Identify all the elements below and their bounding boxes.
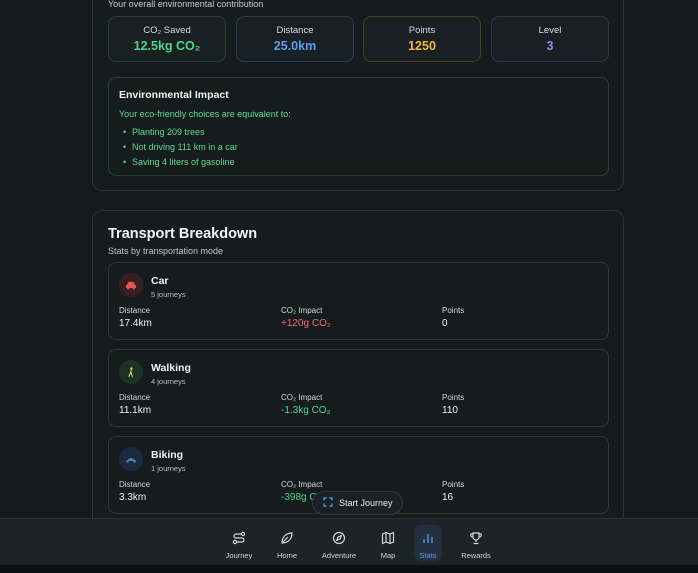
route-icon xyxy=(232,531,246,545)
nav-adventure[interactable]: Adventure xyxy=(318,525,360,561)
mode-journeys: 5 journeys xyxy=(151,290,186,299)
impact-label: CO₂ Impact xyxy=(281,480,323,489)
stat-value: 3 xyxy=(546,39,554,53)
map-icon xyxy=(381,531,395,545)
impact-item: Not driving 111 km in a car xyxy=(123,140,238,155)
distance-label: Distance xyxy=(119,393,151,402)
overview-subtitle: Your overall environmental contribution xyxy=(108,0,264,9)
mode-card-car: Car 5 journeys Distance CO₂ Impact Point… xyxy=(108,262,609,340)
stat-label: Level xyxy=(538,25,562,36)
distance-value: 3.3km xyxy=(119,492,147,503)
points-label: Points xyxy=(442,393,465,402)
stats-screen: Your overall environmental contribution … xyxy=(0,0,698,573)
nav-label: Map xyxy=(380,551,396,560)
stat-row: CO₂ Saved 12.5kg CO₂ Distance 25.0km Poi… xyxy=(108,16,609,62)
points-value: 0 xyxy=(442,318,448,329)
trophy-icon xyxy=(470,532,482,545)
bottom-navigation: Journey Home Adventure Map Stats Rewards xyxy=(0,518,698,565)
environmental-impact-box: Environmental Impact Your eco-friendly c… xyxy=(108,77,609,176)
mode-name: Walking xyxy=(151,362,191,374)
leaf-icon xyxy=(281,532,293,544)
points-value: 110 xyxy=(442,405,458,416)
stat-value: 12.5kg CO₂ xyxy=(133,39,201,53)
points-label: Points xyxy=(442,480,465,489)
stat-value: 25.0km xyxy=(273,39,317,53)
impact-label: CO₂ Impact xyxy=(281,306,323,315)
bike-icon xyxy=(119,447,143,471)
mode-name: Car xyxy=(151,275,169,287)
start-journey-button[interactable]: Start Journey xyxy=(312,491,403,515)
stat-label: Distance xyxy=(276,25,314,36)
start-journey-label: Start Journey xyxy=(339,498,393,508)
distance-label: Distance xyxy=(119,480,151,489)
impact-list: Planting 209 trees Not driving 111 km in… xyxy=(123,125,238,170)
distance-value: 11.1km xyxy=(119,405,152,416)
transport-title: Transport Breakdown xyxy=(108,226,258,242)
distance-value: 17.4km xyxy=(119,318,152,329)
nav-label: Rewards xyxy=(461,551,491,560)
stat-label: CO₂ Saved xyxy=(143,25,191,36)
transport-subtitle: Stats by transportation mode xyxy=(108,246,224,256)
impact-value: +120g CO₂ xyxy=(281,318,331,329)
points-stat: Points 1250 xyxy=(363,16,481,62)
points-label: Points xyxy=(442,306,465,315)
bottom-strip xyxy=(0,565,698,573)
distance-stat: Distance 25.0km xyxy=(236,16,354,62)
mode-journeys: 4 journeys xyxy=(151,377,186,386)
level-stat: Level 3 xyxy=(491,16,609,62)
nav-label: Stats xyxy=(419,551,437,560)
car-icon xyxy=(119,273,143,297)
impact-label: CO₂ Impact xyxy=(281,393,323,402)
impact-title: Environmental Impact xyxy=(119,89,229,101)
nav-journey[interactable]: Journey xyxy=(222,525,256,561)
compass-icon xyxy=(332,531,346,545)
walking-icon xyxy=(119,360,143,384)
impact-intro: Your eco-friendly choices are equivalent… xyxy=(119,109,291,119)
nav-map[interactable]: Map xyxy=(376,525,400,561)
nav-home[interactable]: Home xyxy=(272,525,302,561)
overview-card: Your overall environmental contribution … xyxy=(92,0,624,191)
nav-label: Journey xyxy=(225,551,253,560)
nav-label: Home xyxy=(276,551,297,560)
stat-value: 1250 xyxy=(408,39,436,53)
points-value: 16 xyxy=(442,492,454,503)
stat-label: Points xyxy=(408,25,436,36)
distance-label: Distance xyxy=(119,306,151,315)
mode-journeys: 1 journeys xyxy=(151,464,186,473)
nav-stats[interactable]: Stats xyxy=(414,525,442,561)
bar-chart-icon xyxy=(423,534,433,543)
impact-item: Saving 4 liters of gasoline xyxy=(123,155,238,170)
nav-rewards[interactable]: Rewards xyxy=(458,525,494,561)
mode-name: Biking xyxy=(151,449,184,461)
impact-value: -1.3kg CO₂ xyxy=(281,405,331,416)
co2-saved-stat: CO₂ Saved 12.5kg CO₂ xyxy=(108,16,226,62)
mode-card-walking: Walking 4 journeys Distance CO₂ Impact P… xyxy=(108,349,609,427)
impact-item: Planting 209 trees xyxy=(123,125,238,140)
nav-label: Adventure xyxy=(321,551,357,560)
scan-icon xyxy=(323,494,333,512)
